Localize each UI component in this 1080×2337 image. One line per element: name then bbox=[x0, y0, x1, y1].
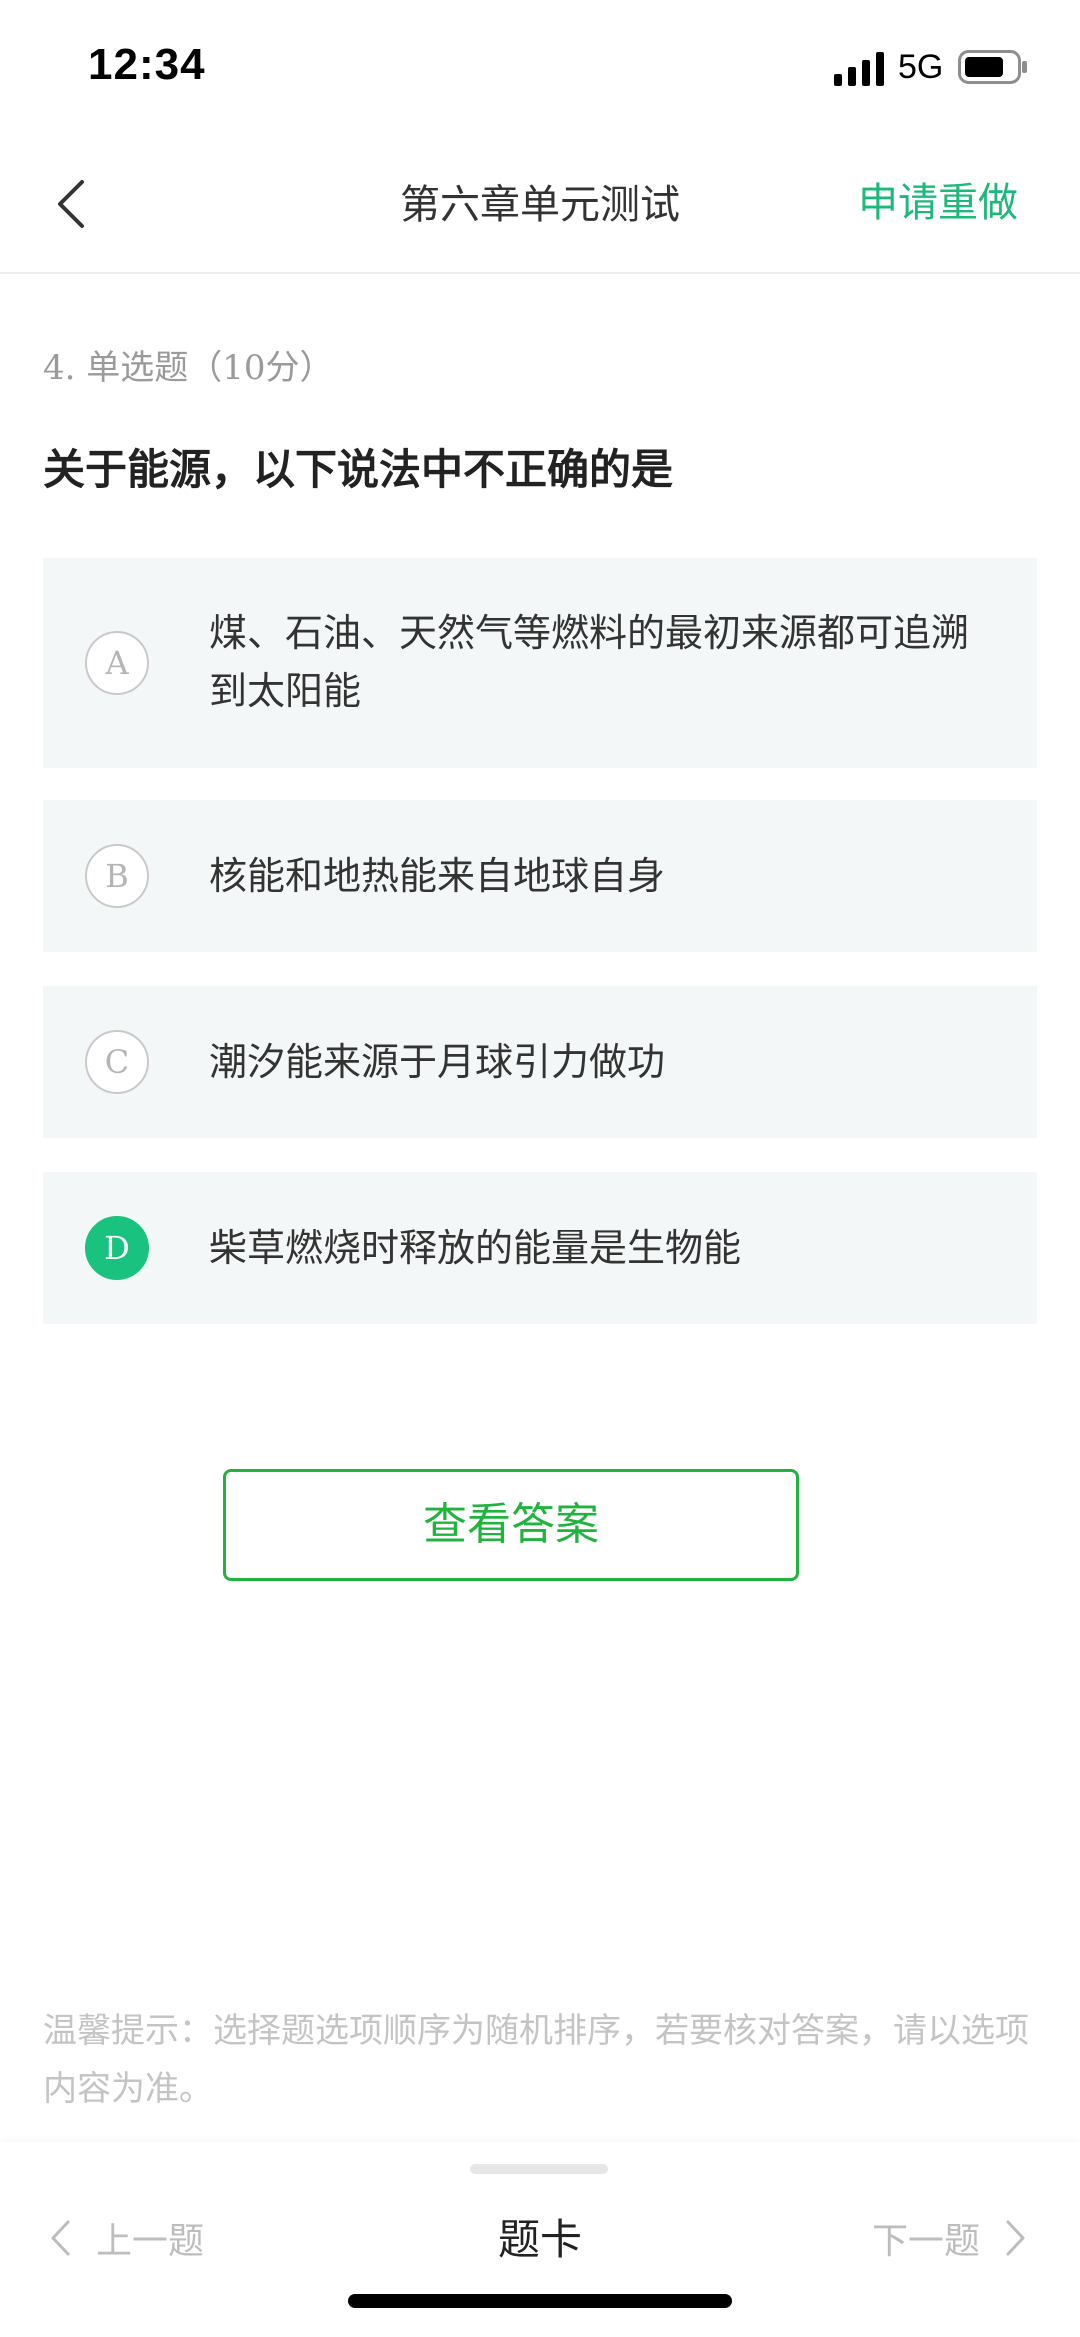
signal-icon bbox=[834, 52, 884, 86]
network-label: 5G bbox=[898, 48, 944, 86]
question-card-button[interactable]: 题卡 bbox=[440, 2206, 640, 2267]
option-text-a: 煤、石油、天然气等燃料的最初来源都可追溯到太阳能 bbox=[209, 611, 970, 713]
option-text-b: 核能和地热能来自地球自身 bbox=[209, 854, 666, 898]
option-badge-b: B bbox=[85, 844, 149, 908]
view-answer-button[interactable]: 查看答案 bbox=[223, 1469, 799, 1581]
option-badge-a: A bbox=[85, 631, 149, 695]
battery-icon bbox=[958, 50, 1027, 84]
option-badge-d: D bbox=[85, 1216, 149, 1280]
option-text-c: 潮汐能来源于月球引力做功 bbox=[209, 1040, 666, 1084]
chevron-left-icon bbox=[51, 2220, 70, 2256]
request-redo-button[interactable]: 申请重做 bbox=[858, 170, 1018, 228]
home-indicator bbox=[348, 2294, 732, 2308]
chevron-right-icon bbox=[1006, 2220, 1025, 2256]
next-question-label: 下一题 bbox=[871, 2221, 980, 2262]
status-bar: 12:34 5G bbox=[0, 0, 1080, 136]
option-b[interactable]: B 核能和地热能来自地球自身 bbox=[43, 800, 1037, 952]
prev-question-button[interactable]: 上一题 bbox=[48, 2208, 204, 2268]
option-c[interactable]: C 潮汐能来源于月球引力做功 bbox=[43, 986, 1037, 1138]
option-d[interactable]: D 柴草燃烧时释放的能量是生物能 bbox=[43, 1172, 1037, 1324]
option-a[interactable]: A 煤、石油、天然气等燃料的最初来源都可追溯到太阳能 bbox=[43, 558, 1037, 768]
next-question-button[interactable]: 下一题 bbox=[872, 2208, 1028, 2268]
tip-text: 温馨提示：选择题选项顺序为随机排序，若要核对答案，请以选项内容为准。 bbox=[43, 2011, 1029, 2109]
option-badge-c: C bbox=[85, 1030, 149, 1094]
prev-question-label: 上一题 bbox=[96, 2221, 205, 2262]
drag-handle[interactable] bbox=[470, 2164, 608, 2174]
option-text-d: 柴草燃烧时释放的能量是生物能 bbox=[209, 1226, 742, 1270]
nav-bar: 第六章单元测试 申请重做 bbox=[0, 136, 1080, 274]
question-meta: 4. 单选题（10分） bbox=[43, 348, 334, 388]
question-text: 关于能源，以下说法中不正确的是 bbox=[43, 445, 674, 494]
status-time: 12:34 bbox=[88, 40, 206, 89]
